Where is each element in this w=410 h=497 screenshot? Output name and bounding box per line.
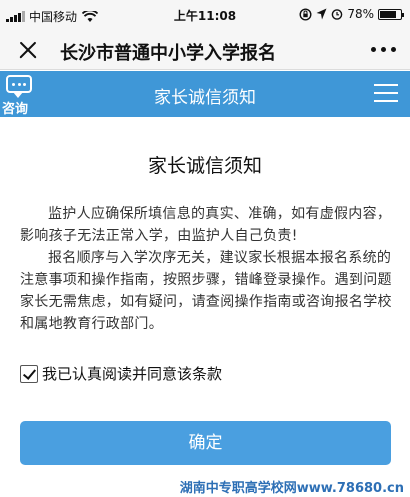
battery-icon [378, 8, 404, 20]
confirm-button[interactable]: 确定 [20, 421, 391, 465]
location-icon [316, 8, 327, 20]
notice-content: 家长诚信须知 监护人应确保所填信息的真实、准确，如有虚假内容，影响孩子无法正常入… [0, 117, 410, 497]
notice-paragraph-2: 报名顺序与入学次序无关，建议家长根据本报名系统的注意事项和操作指南，按照步骤，错… [20, 250, 392, 332]
agreement-checkbox[interactable] [20, 364, 38, 383]
alarm-icon [332, 9, 343, 20]
notice-paragraph-1: 监护人应确保所填信息的真实、准确，如有虚假内容，影响孩子无法正常入学，由监护人自… [20, 206, 392, 244]
webview-nav-bar: 长沙市普通中小学入学报名 [0, 30, 410, 70]
battery-percent: 78% [347, 7, 374, 21]
page-header: 咨询 家长诚信须知 [0, 71, 410, 117]
status-bar: 中国移动 上午11:08 78% [0, 0, 410, 30]
watermark: 湖南中专职高学校网www.78680.cn [179, 481, 404, 496]
agreement-label[interactable]: 我已认真阅读并同意该条款 [42, 363, 222, 384]
page-header-title: 家长诚信须知 [154, 88, 256, 108]
more-icon[interactable] [371, 47, 396, 52]
battery-fill [380, 10, 396, 18]
lock-rotation-icon [299, 7, 312, 21]
nav-title: 长沙市普通中小学入学报名 [60, 43, 276, 64]
close-icon[interactable] [14, 36, 42, 64]
agreement-row[interactable]: 我已认真阅读并同意该条款 [20, 363, 222, 384]
hamburger-menu-icon[interactable] [374, 84, 398, 104]
status-right: 78% [299, 7, 404, 21]
notice-title: 家长诚信须知 [147, 155, 262, 177]
